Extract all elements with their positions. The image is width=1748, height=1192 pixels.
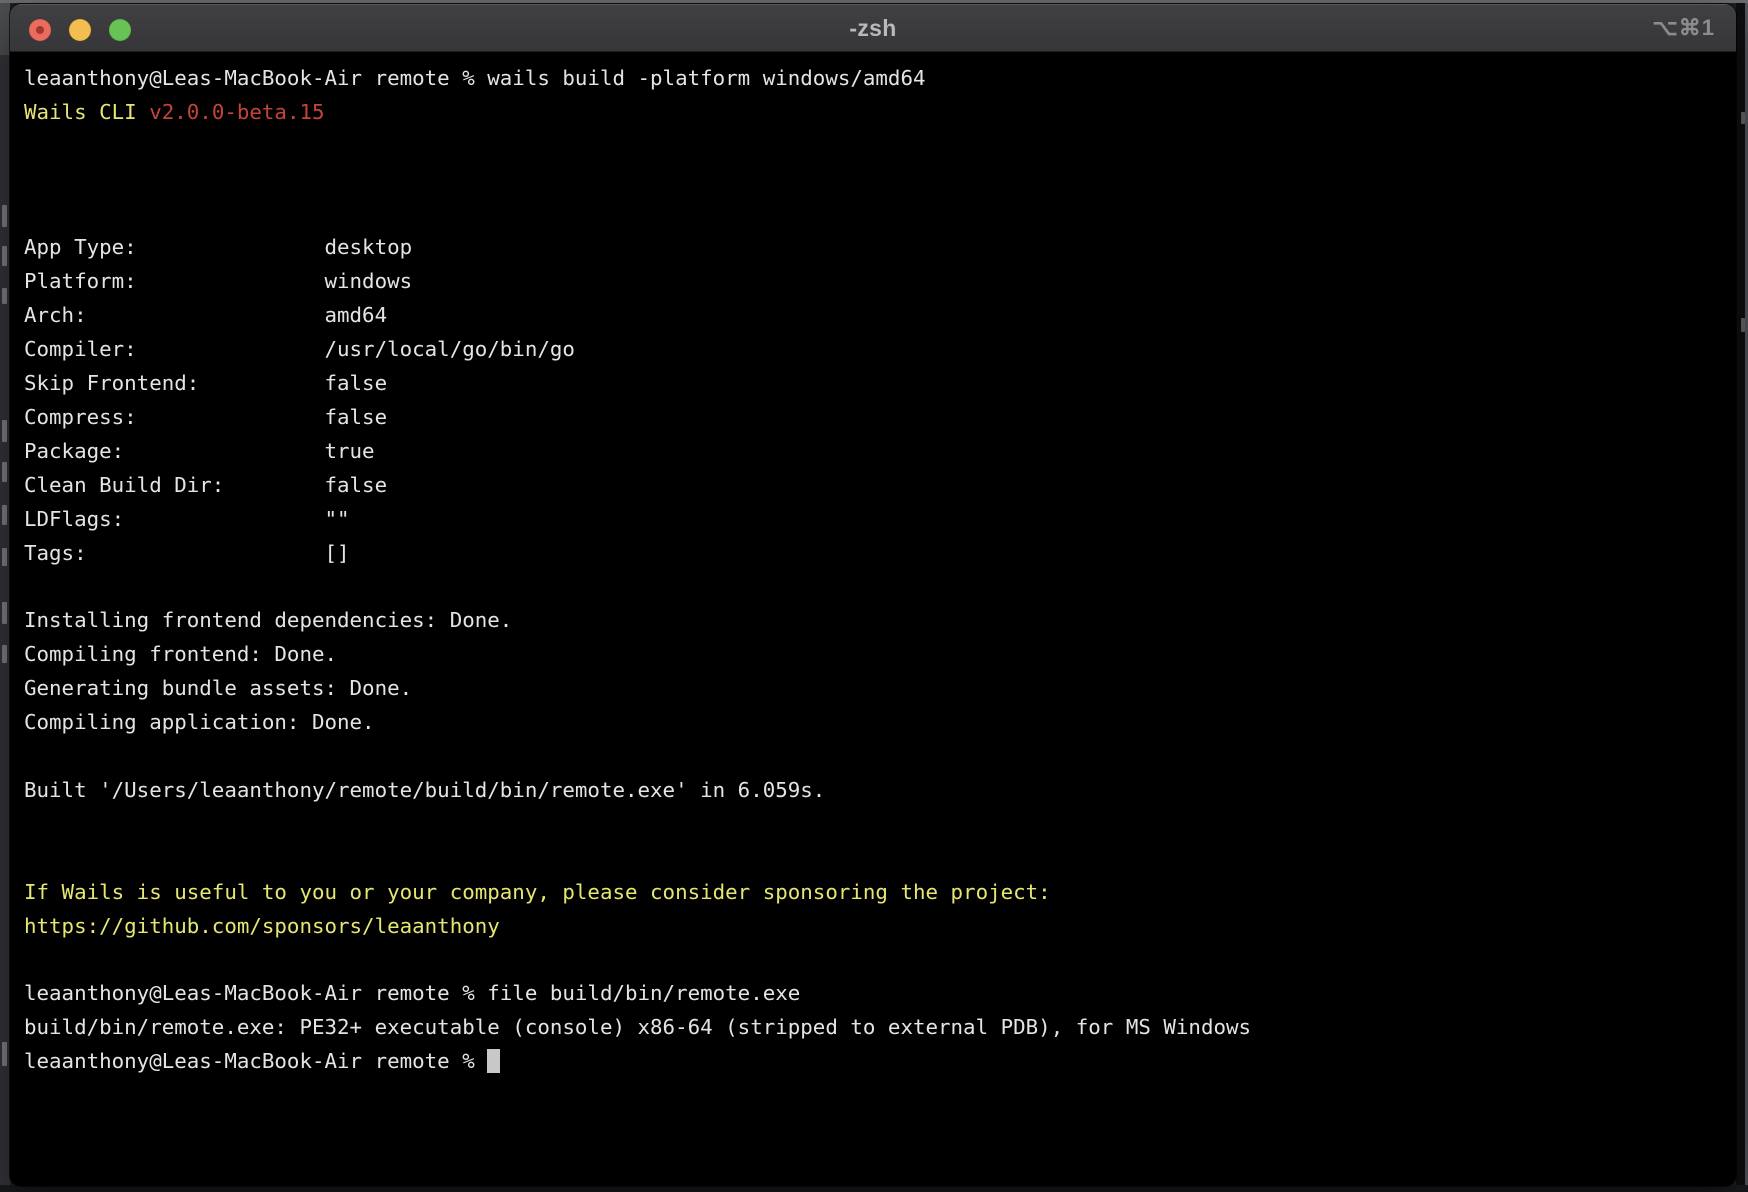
terminal-line: Compiling frontend: Done.: [24, 638, 1736, 672]
terminal-line: Skip Frontend: false: [24, 367, 1736, 401]
terminal-line: Installing frontend dependencies: Done.: [24, 604, 1736, 638]
terminal-cursor: [487, 1049, 500, 1073]
traffic-lights: [29, 19, 131, 41]
background-text-fragment: [1741, 318, 1745, 332]
terminal-line: Generating bundle assets: Done.: [24, 672, 1736, 706]
terminal-text: Compiler: /usr/local/go/bin/go: [24, 337, 575, 361]
terminal-text: App Type: desktop: [24, 235, 412, 259]
terminal-line: https://github.com/sponsors/leaanthony: [24, 910, 1736, 944]
terminal-line: Arch: amd64: [24, 299, 1736, 333]
terminal-line: [24, 842, 1736, 876]
terminal-text: Platform: windows: [24, 269, 412, 293]
terminal-line: If Wails is useful to you or your compan…: [24, 876, 1736, 910]
terminal-text: Wails CLI: [24, 100, 149, 124]
terminal-screen[interactable]: leaanthony@Leas-MacBook-Air remote % wai…: [10, 52, 1736, 1186]
terminal-text: leaanthony@Leas-MacBook-Air remote % wai…: [24, 66, 926, 90]
terminal-line: Compress: false: [24, 401, 1736, 435]
terminal-line: [24, 164, 1736, 198]
background-text-fragment: [2, 602, 7, 624]
terminal-text: v2.0.0-beta.15: [149, 100, 324, 124]
terminal-line: leaanthony@Leas-MacBook-Air remote % fil…: [24, 977, 1736, 1011]
background-text-fragment: [2, 1042, 7, 1066]
background-text-fragment: [2, 205, 7, 227]
terminal-text: Generating bundle assets: Done.: [24, 676, 412, 700]
terminal-text: Compiling frontend: Done.: [24, 642, 337, 666]
close-dot-icon: [36, 26, 44, 34]
terminal-text: leaanthony@Leas-MacBook-Air remote %: [24, 1049, 487, 1073]
terminal-line: leaanthony@Leas-MacBook-Air remote %: [24, 1045, 1736, 1079]
terminal-text: Arch: amd64: [24, 303, 387, 327]
desktop-background-bottom: [0, 1185, 1748, 1192]
terminal-text: Skip Frontend: false: [24, 371, 387, 395]
terminal-line: Wails CLI v2.0.0-beta.15: [24, 96, 1736, 130]
terminal-line: Package: true: [24, 435, 1736, 469]
background-window-titlebar-fragment: [0, 3, 10, 55]
terminal-line: Clean Build Dir: false: [24, 469, 1736, 503]
terminal-line: [24, 808, 1736, 842]
background-text-fragment: [2, 288, 7, 304]
titlebar[interactable]: -zsh ⌥⌘1: [10, 4, 1736, 52]
terminal-line: [24, 740, 1736, 774]
terminal-text: Compiling application: Done.: [24, 710, 375, 734]
terminal-text: Clean Build Dir: false: [24, 473, 387, 497]
terminal-text: LDFlags: "": [24, 507, 350, 531]
terminal-text: build/bin/remote.exe: PE32+ executable (…: [24, 1015, 1251, 1039]
terminal-line: [24, 571, 1736, 605]
zoom-button[interactable]: [109, 19, 131, 41]
background-text-fragment: [2, 420, 7, 442]
terminal-line: Platform: windows: [24, 265, 1736, 299]
background-text-fragment: [2, 246, 7, 266]
terminal-text: leaanthony@Leas-MacBook-Air remote % fil…: [24, 981, 800, 1005]
window-title: -zsh: [849, 15, 896, 42]
terminal-text: Compress: false: [24, 405, 387, 429]
terminal-line: build/bin/remote.exe: PE32+ executable (…: [24, 1011, 1736, 1045]
terminal-line: leaanthony@Leas-MacBook-Air remote % wai…: [24, 62, 1736, 96]
background-text-fragment: [2, 645, 7, 663]
terminal-window: -zsh ⌥⌘1 leaanthony@Leas-MacBook-Air rem…: [10, 4, 1736, 1186]
terminal-text: https://github.com/sponsors/leaanthony: [24, 914, 500, 938]
background-window-edge-top: [0, 0, 1748, 3]
background-text-fragment: [2, 505, 7, 525]
terminal-line: Tags: []: [24, 537, 1736, 571]
terminal-line: [24, 943, 1736, 977]
terminal-line: Built '/Users/leaanthony/remote/build/bi…: [24, 774, 1736, 808]
terminal-line: App Type: desktop: [24, 231, 1736, 265]
terminal-line: [24, 130, 1736, 164]
terminal-text: Built '/Users/leaanthony/remote/build/bi…: [24, 778, 825, 802]
minimize-button[interactable]: [69, 19, 91, 41]
terminal-text: If Wails is useful to you or your compan…: [24, 880, 1051, 904]
window-shortcut-badge: ⌥⌘1: [1652, 15, 1715, 41]
terminal-line: [24, 198, 1736, 232]
terminal-line: LDFlags: "": [24, 503, 1736, 537]
terminal-text: Package: true: [24, 439, 375, 463]
background-window-sliver-right: [1736, 0, 1748, 1192]
close-button[interactable]: [29, 19, 51, 41]
terminal-text: Tags: []: [24, 541, 350, 565]
terminal-text: Installing frontend dependencies: Done.: [24, 608, 512, 632]
background-text-fragment: [2, 462, 7, 482]
background-text-fragment: [1741, 112, 1745, 124]
terminal-line: Compiler: /usr/local/go/bin/go: [24, 333, 1736, 367]
terminal-line: Compiling application: Done.: [24, 706, 1736, 740]
background-window-sliver-left: [0, 0, 10, 1192]
background-text-fragment: [2, 548, 7, 566]
